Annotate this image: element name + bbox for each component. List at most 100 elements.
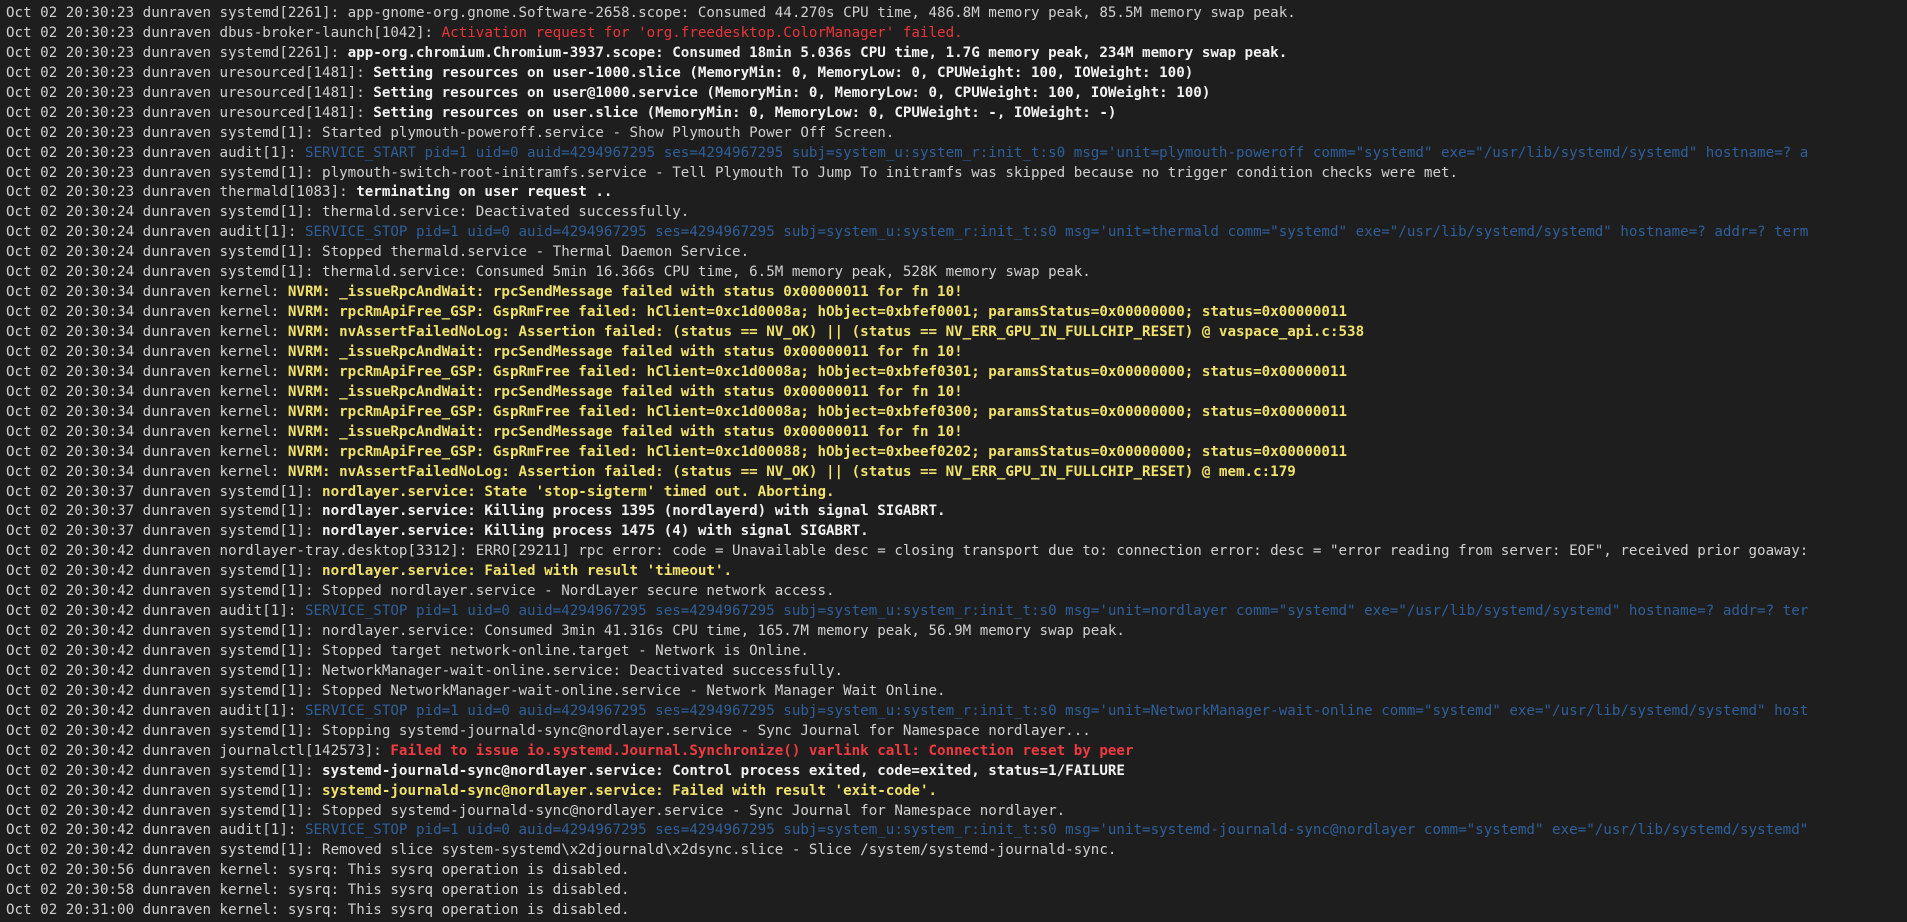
log-line-prefix: Oct 02 20:30:34 dunraven kernel: [6, 423, 288, 440]
log-line-message: thermald.service: Deactivated successful… [322, 204, 690, 221]
log-line-prefix: Oct 02 20:30:34 dunraven kernel: [6, 383, 288, 400]
log-line-prefix: Oct 02 20:30:42 dunraven audit[1]: [6, 702, 305, 719]
log-line-message: Stopping systemd-journald-sync@nordlayer… [322, 722, 1091, 739]
log-line-message: NVRM: _issueRpcAndWait: rpcSendMessage f… [287, 343, 963, 360]
log-line-message: NVRM: rpcRmApiFree_GSP: GspRmFree failed… [287, 443, 1348, 460]
log-line: Oct 02 20:30:23 dunraven thermald[1083]:… [6, 183, 1907, 203]
log-line-prefix: Oct 02 20:30:56 dunraven kernel: [6, 862, 288, 879]
log-line-message: sysrq: This sysrq operation is disabled. [287, 902, 630, 919]
log-line: Oct 02 20:30:37 dunraven systemd[1]: nor… [6, 502, 1907, 522]
log-line-message: Stopped target network-online.target - N… [322, 643, 809, 659]
log-line-message: Setting resources on user@1000.service (… [373, 84, 1211, 101]
log-line-prefix: Oct 02 20:30:42 dunraven systemd[1]: [6, 643, 323, 659]
log-line-prefix: Oct 02 20:30:42 dunraven nordlayer-tray.… [6, 543, 476, 560]
log-line-message: nordlayer.service: Killing process 1475 … [322, 523, 869, 540]
log-line-prefix: Oct 02 20:30:42 dunraven journalctl[1425… [6, 742, 391, 759]
log-line-prefix: Oct 02 20:30:23 dunraven systemd[1]: [6, 164, 323, 181]
log-line-message: Setting resources on user-1000.slice (Me… [373, 64, 1194, 81]
log-line: Oct 02 20:30:42 dunraven systemd[1]: nor… [6, 562, 1907, 582]
log-line-message: NVRM: nvAssertFailedNoLog: Assertion fai… [287, 324, 1365, 340]
log-line: Oct 02 20:30:23 dunraven uresourced[1481… [6, 64, 1907, 84]
log-line-prefix: Oct 02 20:30:42 dunraven systemd[1]: [6, 722, 323, 739]
log-line-prefix: Oct 02 20:30:34 dunraven kernel: [6, 343, 288, 360]
log-line-prefix: Oct 02 20:30:34 dunraven kernel: [6, 443, 288, 460]
log-line-message: SERVICE_STOP pid=1 uid=0 auid=4294967295… [304, 224, 1809, 241]
log-line-message: Setting resources on user.slice (MemoryM… [373, 104, 1117, 121]
log-line-message: NVRM: rpcRmApiFree_GSP: GspRmFree failed… [287, 363, 1348, 380]
log-line-prefix: Oct 02 20:30:23 dunraven audit[1]: [6, 144, 305, 161]
log-line: Oct 02 20:30:42 dunraven systemd[1]: Sto… [6, 682, 1907, 702]
log-line: Oct 02 20:30:42 dunraven audit[1]: SERVI… [6, 602, 1907, 622]
log-line: Oct 02 20:30:34 dunraven kernel: NVRM: _… [6, 383, 1907, 403]
log-line-message: NVRM: nvAssertFailedNoLog: Assertion fai… [287, 463, 1296, 480]
log-line: Oct 02 20:30:34 dunraven kernel: NVRM: r… [6, 443, 1907, 463]
log-line: Oct 02 20:30:23 dunraven systemd[2261]: … [6, 4, 1907, 24]
log-line-prefix: Oct 02 20:31:00 dunraven kernel: [6, 902, 288, 919]
log-line: Oct 02 20:30:42 dunraven systemd[1]: Sto… [6, 642, 1907, 662]
log-line-prefix: Oct 02 20:30:42 dunraven systemd[1]: [6, 682, 323, 699]
log-line-message: SERVICE_STOP pid=1 uid=0 auid=4294967295… [304, 702, 1809, 719]
log-line-message: terminating on user request .. [356, 184, 613, 201]
log-line: Oct 02 20:30:42 dunraven audit[1]: SERVI… [6, 821, 1907, 841]
log-line: Oct 02 20:30:34 dunraven kernel: NVRM: _… [6, 343, 1907, 363]
log-line-prefix: Oct 02 20:30:34 dunraven kernel: [6, 403, 288, 420]
log-line: Oct 02 20:30:24 dunraven systemd[1]: the… [6, 203, 1907, 223]
log-line-prefix: Oct 02 20:30:23 dunraven uresourced[1481… [6, 104, 374, 121]
log-line: Oct 02 20:30:42 dunraven systemd[1]: Sto… [6, 582, 1907, 602]
log-line-message: plymouth-switch-root-initramfs.service -… [322, 164, 1459, 181]
log-line-message: Stopped systemd-journald-sync@nordlayer.… [322, 802, 1066, 819]
log-line-message: nordlayer.service: Failed with result 't… [322, 563, 733, 580]
log-line-prefix: Oct 02 20:30:34 dunraven kernel: [6, 304, 288, 321]
log-line-prefix: Oct 02 20:30:23 dunraven dbus-broker-lau… [6, 24, 442, 41]
log-line-message: NVRM: _issueRpcAndWait: rpcSendMessage f… [287, 284, 963, 301]
log-line-prefix: Oct 02 20:30:23 dunraven thermald[1083]: [6, 184, 357, 201]
log-line-message: NetworkManager-wait-online.service: Deac… [322, 662, 844, 679]
log-line-message: SERVICE_STOP pid=1 uid=0 auid=4294967295… [304, 822, 1809, 839]
log-line-prefix: Oct 02 20:30:23 dunraven systemd[1]: [6, 124, 323, 141]
log-line: Oct 02 20:30:42 dunraven journalctl[1425… [6, 742, 1907, 762]
log-line-message: Started plymouth-poweroff.service - Show… [322, 124, 895, 141]
log-line-message: SERVICE_STOP pid=1 uid=0 auid=4294967295… [304, 603, 1809, 620]
log-line-prefix: Oct 02 20:30:42 dunraven systemd[1]: [6, 623, 323, 640]
log-line-prefix: Oct 02 20:30:42 dunraven systemd[1]: [6, 662, 323, 679]
log-line-message: nordlayer.service: Consumed 3min 41.316s… [322, 623, 1125, 640]
log-line-prefix: Oct 02 20:30:24 dunraven systemd[1]: [6, 244, 323, 261]
log-line: Oct 02 20:30:58 dunraven kernel: sysrq: … [6, 881, 1907, 901]
log-line-message: systemd-journald-sync@nordlayer.service:… [322, 782, 938, 799]
log-line-prefix: Oct 02 20:30:37 dunraven systemd[1]: [6, 483, 323, 500]
log-line-prefix: Oct 02 20:30:24 dunraven audit[1]: [6, 224, 305, 241]
log-line: Oct 02 20:30:34 dunraven kernel: NVRM: r… [6, 303, 1907, 323]
log-line: Oct 02 20:30:42 dunraven audit[1]: SERVI… [6, 702, 1907, 722]
log-line-message: sysrq: This sysrq operation is disabled. [287, 882, 630, 899]
log-line: Oct 02 20:31:00 dunraven kernel: sysrq: … [6, 901, 1907, 921]
log-line: Oct 02 20:30:23 dunraven audit[1]: SERVI… [6, 144, 1907, 164]
log-line-message: Failed to issue io.systemd.Journal.Synch… [390, 742, 1134, 759]
log-line-message: Removed slice system-systemd\x2djournald… [322, 842, 1117, 859]
log-line-message: Stopped nordlayer.service - NordLayer se… [322, 583, 835, 600]
log-line-message: nordlayer.service: Killing process 1395 … [322, 503, 946, 520]
log-line: Oct 02 20:30:42 dunraven systemd[1]: Sto… [6, 802, 1907, 822]
log-line: Oct 02 20:30:34 dunraven kernel: NVRM: r… [6, 363, 1907, 383]
log-line-prefix: Oct 02 20:30:34 dunraven kernel: [6, 463, 288, 480]
log-line-message: ERRO[29211] rpc error: code = Unavailabl… [475, 543, 1809, 560]
log-line: Oct 02 20:30:24 dunraven systemd[1]: Sto… [6, 243, 1907, 263]
log-line-prefix: Oct 02 20:30:34 dunraven kernel: [6, 363, 288, 380]
log-line-message: NVRM: rpcRmApiFree_GSP: GspRmFree failed… [287, 403, 1348, 420]
log-line: Oct 02 20:30:24 dunraven audit[1]: SERVI… [6, 223, 1907, 243]
log-line-message: systemd-journald-sync@nordlayer.service:… [322, 762, 1125, 779]
log-line-prefix: Oct 02 20:30:23 dunraven systemd[2261]: [6, 5, 348, 21]
log-line-prefix: Oct 02 20:30:23 dunraven systemd[2261]: [6, 44, 348, 61]
log-line-prefix: Oct 02 20:30:42 dunraven audit[1]: [6, 603, 305, 620]
log-line-prefix: Oct 02 20:30:42 dunraven systemd[1]: [6, 782, 323, 799]
log-line-prefix: Oct 02 20:30:42 dunraven systemd[1]: [6, 762, 323, 779]
log-line-message: app-gnome-org.gnome.Software-2658.scope:… [347, 5, 1296, 21]
log-line-prefix: Oct 02 20:30:37 dunraven systemd[1]: [6, 503, 323, 520]
journal-log-terminal[interactable]: Oct 02 20:30:23 dunraven systemd[2261]: … [0, 0, 1907, 922]
log-line-message: Activation request for 'org.freedesktop.… [441, 24, 963, 41]
log-line: Oct 02 20:30:23 dunraven systemd[1]: Sta… [6, 124, 1907, 144]
log-line: Oct 02 20:30:56 dunraven kernel: sysrq: … [6, 861, 1907, 881]
log-line: Oct 02 20:30:34 dunraven kernel: NVRM: n… [6, 323, 1907, 343]
log-line-message: NVRM: rpcRmApiFree_GSP: GspRmFree failed… [287, 304, 1348, 321]
log-line: Oct 02 20:30:23 dunraven uresourced[1481… [6, 104, 1907, 124]
log-line-message: thermald.service: Consumed 5min 16.366s … [322, 264, 1091, 281]
